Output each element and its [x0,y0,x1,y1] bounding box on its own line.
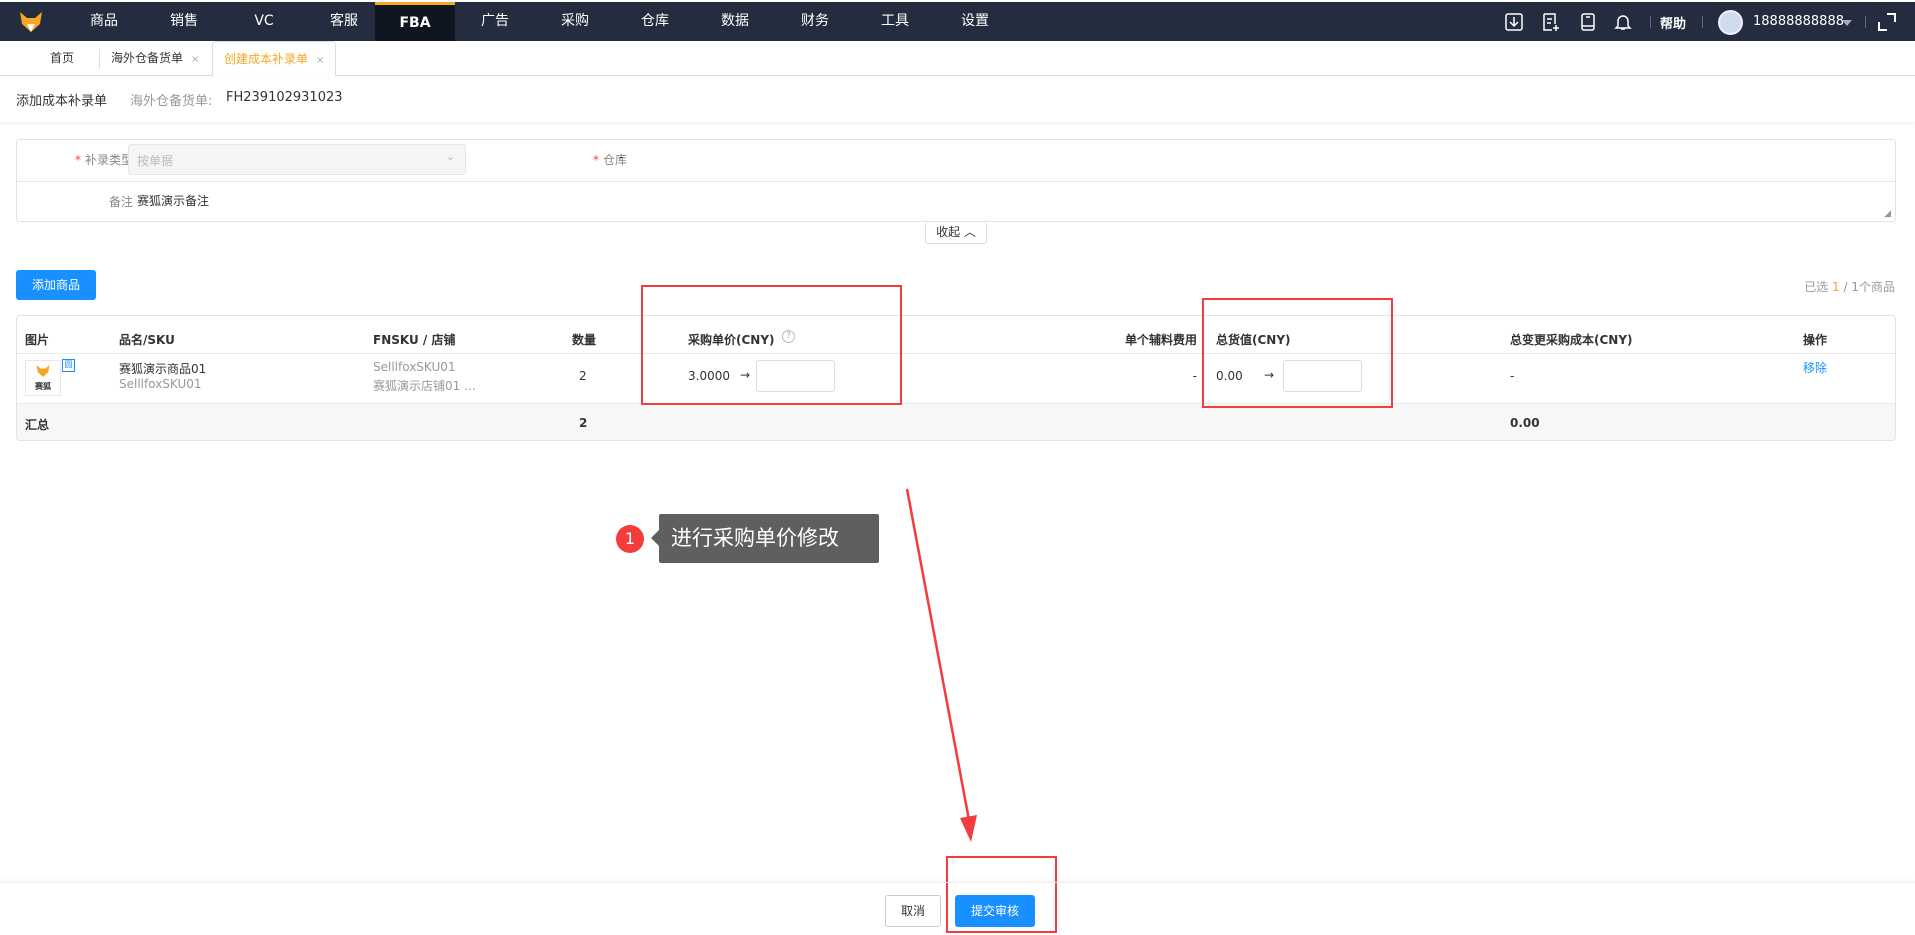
tab-home[interactable]: 首页 [50,41,74,76]
col-name-sku: 品名/SKU [119,333,175,347]
nav-item-data[interactable]: 数据 [695,2,775,41]
fullscreen-icon[interactable] [1878,13,1896,35]
product-name: 赛狐演示商品01 [119,362,207,376]
table-row: 赛狐 圆 赛狐演示商品01 SelllfoxSKU01 SelllfoxSKU0… [17,354,1895,403]
avatar[interactable] [1718,10,1743,35]
page-title: 添加成本补录单 [16,94,108,109]
col-qty: 数量 [572,333,597,347]
nav-item-settings[interactable]: 设置 [935,2,1015,41]
product-sku: SelllfoxSKU01 [119,377,202,391]
note-textarea[interactable]: 赛狐演示备注 ◢ [137,183,1893,221]
tab-label: 首页 [50,51,75,65]
submit-review-button[interactable]: 提交审核 [955,895,1035,927]
tab-bar: 首页 海外仓备货单 × 创建成本补录单 × [0,41,1915,77]
collapse-button[interactable]: 收起 ︿ [925,222,987,244]
download-icon[interactable] [1505,13,1523,35]
nav-item-vc[interactable]: VC [224,2,304,41]
summary-row: 汇总 2 0.00 [17,403,1895,440]
note-label: 备注 [108,195,133,209]
close-icon[interactable]: × [191,54,199,65]
bell-icon[interactable] [1614,13,1632,35]
nav-item-ads[interactable]: 广告 [455,2,535,41]
warehouse-label: * 仓库 [592,153,627,167]
col-aux-fee: 单个辅料费用 [1124,333,1197,347]
tab-overseas-order[interactable]: 海外仓备货单 × [111,41,199,76]
form-panel: * 补录类型 按单据 ⌄ * 仓库 - 备注 赛狐演示备注 ◢ [16,139,1896,222]
fnsku: SelllfoxSKU01 [373,360,456,374]
type-placeholder: 按单据 [137,154,174,168]
tab-label: 海外仓备货单 [111,51,184,65]
col-fnsku-shop: FNSKU / 店铺 [373,333,456,347]
resize-handle-icon[interactable]: ◢ [1884,209,1891,219]
nav-item-sales[interactable]: 销售 [144,2,224,41]
col-total-change: 总变更采购成本(CNY) [1510,333,1633,347]
warehouse-value: - [619,150,624,164]
divider [1650,16,1651,28]
tab-label: 创建成本补录单 [224,52,309,66]
type-label: * 补录类型 [74,153,133,167]
note-value: 赛狐演示备注 [137,194,210,208]
page-header: 添加成本补录单 海外仓备货单: FH239102931023 [0,76,1915,122]
total-change: - [1510,369,1515,383]
collapse-label: 收起 [936,225,961,239]
add-product-button[interactable]: 添加商品 [16,270,96,300]
table-header: 图片 品名/SKU FNSKU / 店铺 数量 采购单价(CNY) ? 单个辅料… [17,316,1895,354]
image-edit-icon[interactable]: 圆 [62,359,75,372]
divider [1702,16,1703,28]
col-action: 操作 [1803,333,1828,347]
ref-label: 海外仓备货单: [130,94,213,109]
cancel-button[interactable]: 取消 [885,895,941,927]
nav-item-warehouse[interactable]: 仓库 [615,2,695,41]
selection-count: 已选 1 / 1个商品 [1804,280,1895,294]
nav-item-purchase[interactable]: 采购 [535,2,615,41]
nav-item-products[interactable]: 商品 [64,2,144,41]
logo-icon[interactable] [18,10,44,34]
highlight-box [1202,298,1393,408]
type-select[interactable]: 按单据 ⌄ [128,144,466,175]
chevron-down-icon: ⌄ [445,150,455,163]
remove-link[interactable]: 移除 [1803,359,1827,376]
nav-item-finance[interactable]: 财务 [775,2,855,41]
shop: 赛狐演示店铺01 ... [373,379,476,393]
step-badge: 1 [616,525,644,553]
user-name[interactable]: 18888888888 [1753,14,1844,29]
nav-item-tools[interactable]: 工具 [855,2,935,41]
divider [99,49,100,69]
divider [1865,16,1866,28]
mobile-icon[interactable] [1579,13,1597,35]
annotation-tooltip: 进行采购单价修改 [651,514,879,563]
chevron-up-icon: ︿ [963,225,976,239]
help-link[interactable]: 帮助 [1660,13,1686,32]
ref-value: FH239102931023 [226,90,343,105]
top-nav: 商品 销售 VC 客服 FBA 广告 采购 仓库 数据 财务 工具 设置 帮助 … [0,0,1915,41]
aux-fee: - [1192,369,1197,383]
product-thumbnail: 赛狐 [25,360,61,396]
qty: 2 [579,369,587,383]
highlight-box [641,285,902,405]
annotation-text: 进行采购单价修改 [671,526,839,550]
col-image: 图片 [25,333,50,347]
add-list-icon[interactable] [1542,13,1560,35]
chevron-down-icon[interactable] [1842,20,1852,26]
tab-create-cost[interactable]: 创建成本补录单 × [212,41,337,77]
summary-label: 汇总 [25,418,50,432]
close-icon[interactable]: × [316,55,324,66]
summary-total-change: 0.00 [1510,416,1540,430]
nav-item-service[interactable]: 客服 [304,2,384,41]
footer-bar: 取消 提交审核 [0,882,1915,935]
product-table: 图片 品名/SKU FNSKU / 店铺 数量 采购单价(CNY) ? 单个辅料… [16,315,1896,441]
summary-qty: 2 [579,416,588,430]
nav-item-fba[interactable]: FBA [375,2,455,41]
